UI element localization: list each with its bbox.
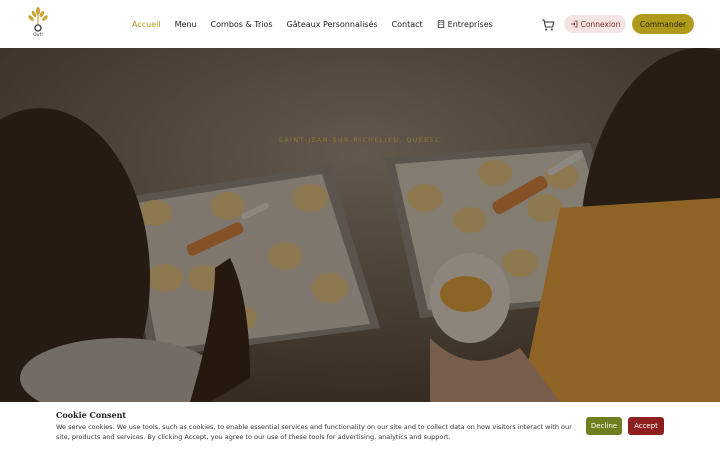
hero-subtitle: SAINT-JEAN-SUR-RICHELIEU, QUÉBEC bbox=[278, 137, 442, 144]
hero-overlay bbox=[0, 48, 720, 402]
nav-item-entreprises[interactable]: Entreprises bbox=[437, 20, 493, 29]
cookie-decline-button[interactable]: Decline bbox=[586, 417, 622, 435]
nav-item-menu[interactable]: Menu bbox=[175, 20, 197, 29]
nav-item-accueil[interactable]: Accueil bbox=[132, 20, 161, 29]
login-icon bbox=[570, 20, 578, 28]
hero-section: SAINT-JEAN-SUR-RICHELIEU, QUÉBEC bbox=[0, 48, 720, 402]
nav-item-gateaux[interactable]: Gâteaux Personnalisés bbox=[287, 20, 378, 29]
site-header: Ouf! Accueil Menu Combos & Trios Gâteaux… bbox=[0, 0, 720, 48]
building-icon bbox=[437, 20, 444, 28]
cookie-text: We serve cookies. We use tools, such as … bbox=[56, 423, 572, 441]
cookie-accept-button[interactable]: Accept bbox=[628, 417, 664, 435]
nav-entreprises-label: Entreprises bbox=[447, 19, 493, 29]
main-nav: Accueil Menu Combos & Trios Gâteaux Pers… bbox=[132, 0, 493, 48]
cart-button[interactable] bbox=[541, 17, 555, 31]
login-label: Connexion bbox=[580, 19, 621, 29]
nav-item-combos[interactable]: Combos & Trios bbox=[211, 20, 273, 29]
brand-name: Ouf! bbox=[33, 33, 43, 38]
order-button[interactable]: Commander bbox=[632, 14, 694, 34]
login-button[interactable]: Connexion bbox=[564, 15, 626, 33]
cookie-title: Cookie Consent bbox=[56, 410, 127, 420]
cart-icon bbox=[542, 19, 555, 31]
brand-logo[interactable]: Ouf! bbox=[24, 7, 52, 41]
nav-item-contact[interactable]: Contact bbox=[392, 20, 423, 29]
